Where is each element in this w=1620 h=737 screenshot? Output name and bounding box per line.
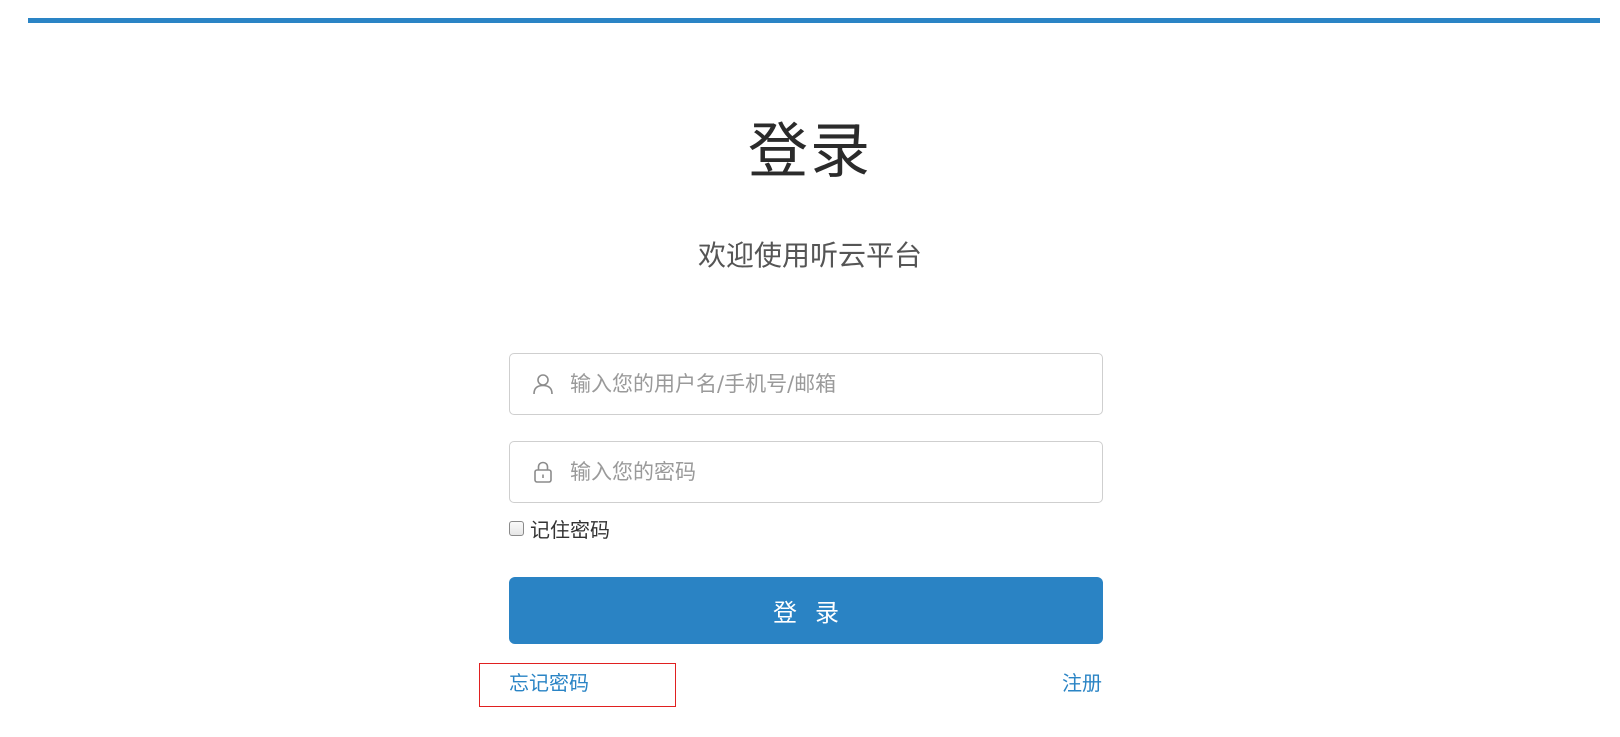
username-input[interactable] xyxy=(568,353,1102,415)
user-icon xyxy=(530,371,556,397)
remember-label: 记住密码 xyxy=(530,517,610,542)
page-title: 登录 xyxy=(748,117,872,187)
forgot-password-link[interactable]: 忘记密码 xyxy=(509,670,589,696)
remember-password[interactable]: 记住密码 xyxy=(509,515,610,542)
remember-checkbox[interactable] xyxy=(509,520,524,536)
top-accent-bar xyxy=(28,18,1600,23)
password-field[interactable] xyxy=(509,441,1103,503)
page-subtitle: 欢迎使用听云平台 xyxy=(697,239,922,272)
login-page: 登录 欢迎使用听云平台 记住密码 登录 忘记密码 注册 xyxy=(0,0,1620,737)
login-button[interactable]: 登录 xyxy=(509,577,1103,644)
register-link[interactable]: 注册 xyxy=(1062,670,1102,696)
password-input[interactable] xyxy=(568,441,1102,503)
lock-icon xyxy=(530,459,556,485)
username-field[interactable] xyxy=(509,353,1103,415)
